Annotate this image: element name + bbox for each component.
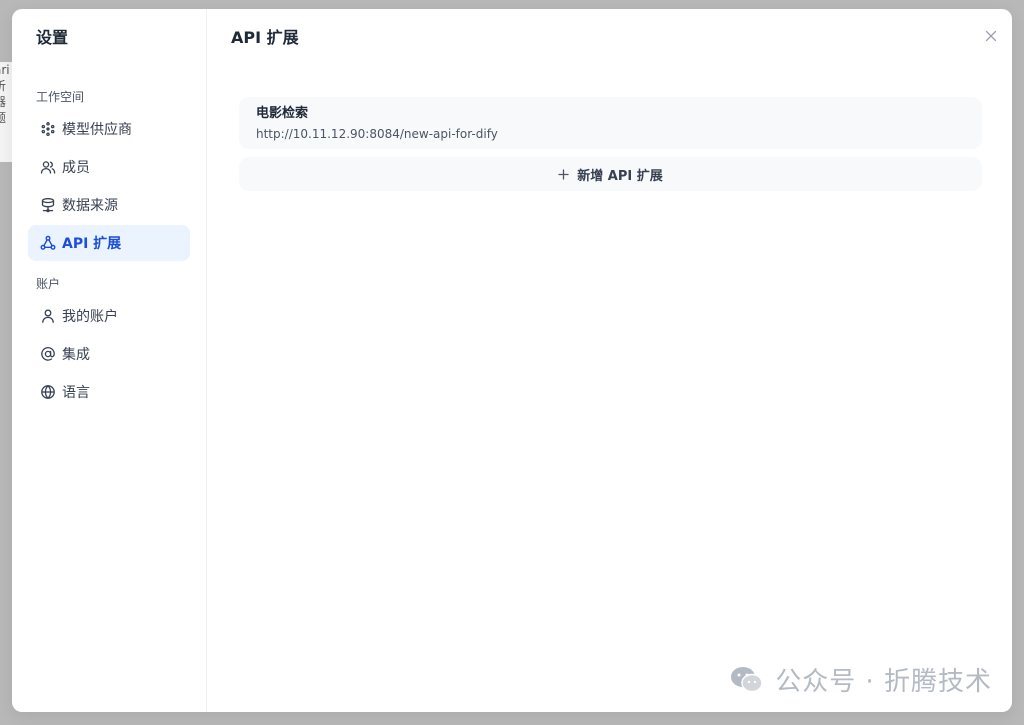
sidebar-item-api-extension[interactable]: API 扩展 — [28, 225, 190, 261]
model-provider-icon — [40, 121, 56, 137]
section-label-account: 账户 — [36, 277, 61, 291]
plus-icon — [558, 168, 569, 180]
sidebar-item-data-source[interactable]: 数据来源 — [28, 187, 190, 223]
sidebar-item-label: 模型供应商 — [62, 122, 132, 138]
sidebar-item-label: 数据来源 — [62, 198, 118, 214]
at-sign-icon — [40, 346, 56, 362]
account-nav: 我的账户 集成 语言 — [28, 298, 190, 410]
watermark-text: 公众号 · 折腾技术 — [775, 667, 992, 697]
settings-main: API 扩展 电影检索 http://10.11.12.90:8084/new-… — [207, 9, 1012, 712]
api-extension-card[interactable]: 电影检索 http://10.11.12.90:8084/new-api-for… — [239, 97, 982, 149]
data-source-icon — [40, 197, 56, 213]
settings-sidebar: 设置 工作空间 模型供应商 成员 数据来源 API 扩展 账户 我的账户 集成 … — [12, 9, 207, 712]
sidebar-item-my-account[interactable]: 我的账户 — [28, 298, 190, 334]
user-icon — [40, 308, 56, 324]
add-button-label: 新增 API 扩展 — [577, 168, 663, 184]
close-icon — [985, 30, 997, 42]
api-extension-name: 电影检索 — [256, 106, 309, 121]
section-label-workspace: 工作空间 — [36, 90, 85, 104]
sidebar-item-integrations[interactable]: 集成 — [28, 336, 190, 372]
sidebar-item-label: 集成 — [62, 347, 90, 363]
sidebar-item-members[interactable]: 成员 — [28, 149, 190, 185]
api-extension-url: http://10.11.12.90:8084/new-api-for-dify — [256, 127, 498, 141]
sidebar-title: 设置 — [36, 28, 69, 47]
api-extension-icon — [40, 235, 56, 251]
members-icon — [40, 159, 56, 175]
add-api-extension-button[interactable]: 新增 API 扩展 — [239, 157, 982, 191]
sidebar-item-label: API 扩展 — [62, 236, 122, 252]
globe-icon — [40, 384, 56, 400]
sidebar-item-language[interactable]: 语言 — [28, 374, 190, 410]
sidebar-item-model-provider[interactable]: 模型供应商 — [28, 111, 190, 147]
close-button[interactable] — [982, 27, 1000, 45]
watermark: 公众号 · 折腾技术 — [729, 661, 992, 698]
sidebar-item-label: 语言 — [62, 385, 90, 401]
sidebar-item-label: 我的账户 — [62, 309, 118, 325]
sidebar-item-label: 成员 — [62, 160, 90, 176]
settings-modal: 设置 工作空间 模型供应商 成员 数据来源 API 扩展 账户 我的账户 集成 … — [12, 9, 1012, 712]
wechat-icon — [729, 665, 765, 695]
workspace-nav: 模型供应商 成员 数据来源 API 扩展 — [28, 111, 190, 261]
page-title: API 扩展 — [231, 28, 299, 47]
